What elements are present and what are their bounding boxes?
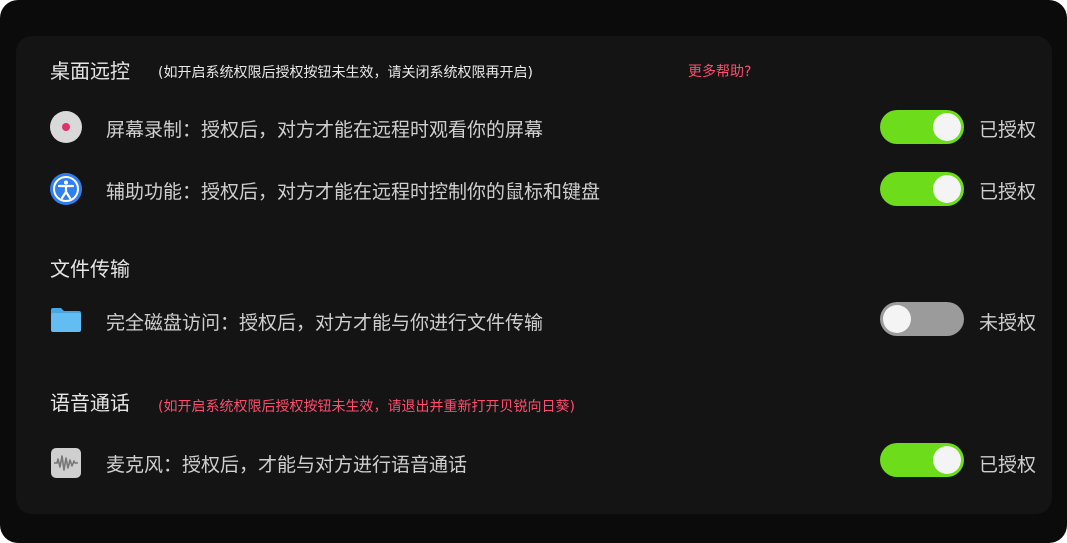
screen-recording-status: 已授权 bbox=[979, 119, 1037, 141]
screen-recording-toggle[interactable] bbox=[880, 110, 964, 144]
remote-note: (如开启系统权限后授权按钮未生效，请关闭系统权限再开启) bbox=[158, 65, 533, 81]
microphone-status: 已授权 bbox=[979, 454, 1037, 476]
toggle-knob bbox=[933, 446, 961, 474]
toggle-knob bbox=[883, 305, 911, 333]
accessibility-status: 已授权 bbox=[979, 181, 1037, 203]
full-disk-access-status: 未授权 bbox=[979, 312, 1037, 334]
window: 桌面远控 (如开启系统权限后授权按钮未生效，请关闭系统权限再开启) 更多帮助? … bbox=[0, 0, 1067, 543]
full-disk-access-toggle[interactable] bbox=[880, 302, 964, 336]
folder-icon bbox=[50, 304, 82, 336]
accessibility-icon bbox=[50, 173, 82, 205]
section-title-file: 文件传输 bbox=[50, 257, 130, 281]
record-icon bbox=[50, 111, 82, 143]
full-disk-access-label: 完全磁盘访问：授权后，对方才能与你进行文件传输 bbox=[106, 312, 544, 334]
microphone-label: 麦克风：授权后，才能与对方进行语音通话 bbox=[106, 454, 468, 476]
microphone-icon bbox=[50, 447, 82, 479]
toggle-knob bbox=[933, 113, 961, 141]
accessibility-toggle[interactable] bbox=[880, 172, 964, 206]
section-title-voice: 语音通话 bbox=[50, 391, 130, 415]
more-help-link[interactable]: 更多帮助? bbox=[688, 61, 751, 81]
toggle-knob bbox=[933, 175, 961, 203]
voice-note: (如开启系统权限后授权按钮未生效，请退出并重新打开贝锐向日葵) bbox=[158, 399, 575, 415]
screen-recording-label: 屏幕录制：授权后，对方才能在远程时观看你的屏幕 bbox=[106, 119, 544, 141]
accessibility-label: 辅助功能：授权后，对方才能在远程时控制你的鼠标和键盘 bbox=[106, 181, 601, 203]
microphone-toggle[interactable] bbox=[880, 443, 964, 477]
section-title-remote: 桌面远控 bbox=[50, 59, 130, 83]
